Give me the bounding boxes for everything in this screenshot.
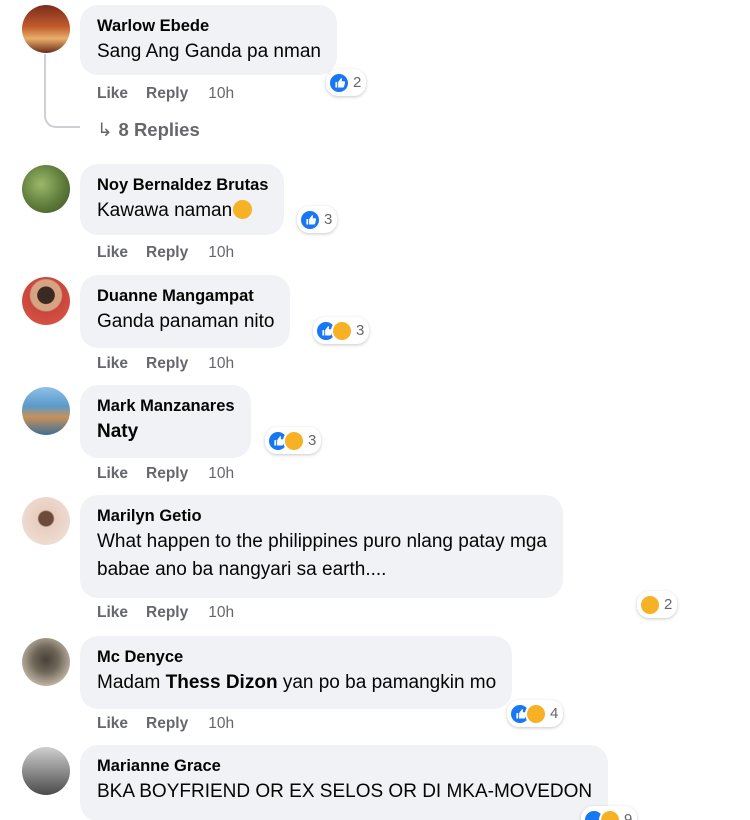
avatar[interactable] bbox=[22, 638, 70, 686]
comment-author[interactable]: Duanne Mangampat bbox=[97, 285, 274, 307]
avatar[interactable] bbox=[22, 165, 70, 213]
view-replies-label: 8 Replies bbox=[118, 119, 200, 140]
comment-text-line: What happen to the philippines puro nlan… bbox=[97, 531, 547, 552]
comment-author[interactable]: Mark Manzanares bbox=[97, 395, 235, 417]
reply-button[interactable]: Reply bbox=[146, 244, 188, 261]
reaction-count: 2 bbox=[664, 596, 673, 613]
timestamp[interactable]: 10h bbox=[208, 604, 234, 621]
comment-text: Ganda panaman nito bbox=[97, 311, 275, 332]
comment-actions: Like Reply 10h bbox=[97, 604, 252, 622]
reply-arrow-icon: ↳ bbox=[97, 119, 113, 140]
like-button[interactable]: Like bbox=[97, 244, 128, 261]
reply-button[interactable]: Reply bbox=[146, 85, 188, 102]
sad-reaction-icon bbox=[639, 593, 661, 616]
avatar[interactable] bbox=[22, 747, 70, 795]
comment-bubble: Marianne Grace BKA BOYFRIEND OR EX SELOS… bbox=[80, 745, 609, 820]
like-button[interactable]: Like bbox=[97, 465, 128, 482]
like-button[interactable]: Like bbox=[97, 715, 128, 732]
avatar[interactable] bbox=[22, 5, 70, 53]
comment-author[interactable]: Marilyn Getio bbox=[97, 505, 547, 527]
comment-text-line: babae ano ba nangyari sa earth.... bbox=[97, 559, 387, 580]
wow-reaction-icon bbox=[283, 429, 305, 452]
comment-bubble: Marilyn Getio What happen to the philipp… bbox=[80, 495, 563, 598]
comment-bubble: Warlow Ebede Sang Ang Ganda pa nman bbox=[80, 5, 337, 75]
comment-author[interactable]: Mc Denyce bbox=[97, 646, 496, 668]
view-replies-link[interactable]: ↳ 8 Replies bbox=[97, 119, 200, 141]
reply-button[interactable]: Reply bbox=[146, 465, 188, 482]
comment-text: BKA BOYFRIEND OR EX SELOS OR DI MKA-MOVE… bbox=[97, 781, 593, 802]
thread-line bbox=[44, 54, 80, 128]
comment-text-prefix: Madam bbox=[97, 672, 166, 693]
comment-text: Naty bbox=[97, 421, 139, 442]
timestamp[interactable]: 10h bbox=[208, 465, 234, 482]
mention-link[interactable]: Thess Dizon bbox=[166, 672, 278, 693]
like-button[interactable]: Like bbox=[97, 604, 128, 621]
sad-emoji-icon bbox=[233, 200, 253, 219]
comment-text: Kawawa naman bbox=[97, 196, 268, 225]
comment-bubble: Mark Manzanares Naty bbox=[80, 385, 251, 458]
like-reaction-icon bbox=[328, 71, 350, 94]
reaction-count: 3 bbox=[308, 432, 317, 449]
comment-text: Sang Ang Ganda pa nman bbox=[97, 41, 321, 62]
reaction-count: 4 bbox=[550, 705, 559, 722]
sad-reaction-icon bbox=[525, 702, 547, 725]
comment-author[interactable]: Warlow Ebede bbox=[97, 15, 321, 37]
reaction-count: 2 bbox=[353, 74, 362, 91]
comment-bubble: Noy Bernaldez Brutas Kawawa naman bbox=[80, 164, 285, 235]
haha-reaction-icon bbox=[599, 808, 621, 820]
reply-button[interactable]: Reply bbox=[146, 355, 188, 372]
comment-text: Madam Thess Dizon yan po ba pamangkin mo bbox=[97, 668, 496, 697]
comment-actions: Like Reply 10h bbox=[97, 465, 252, 483]
avatar[interactable] bbox=[22, 497, 70, 545]
comment-author[interactable]: Marianne Grace bbox=[97, 755, 592, 777]
reaction-count: 9 bbox=[624, 811, 633, 820]
comment-author[interactable]: Noy Bernaldez Brutas bbox=[97, 174, 268, 196]
comment-actions: Like Reply 10h bbox=[97, 715, 252, 733]
comment-actions: Like Reply 10h bbox=[97, 85, 252, 103]
like-button[interactable]: Like bbox=[97, 85, 128, 102]
reaction-summary[interactable]: 9 bbox=[581, 806, 638, 820]
avatar[interactable] bbox=[22, 387, 70, 435]
haha-reaction-icon bbox=[331, 319, 353, 342]
reaction-summary[interactable]: 3 bbox=[313, 317, 370, 344]
comment-bubble: Mc Denyce Madam Thess Dizon yan po ba pa… bbox=[80, 636, 513, 709]
timestamp[interactable]: 10h bbox=[208, 244, 234, 261]
reply-button[interactable]: Reply bbox=[146, 715, 188, 732]
reaction-count: 3 bbox=[356, 322, 365, 339]
reply-button[interactable]: Reply bbox=[146, 604, 188, 621]
reaction-count: 3 bbox=[324, 211, 333, 228]
like-reaction-icon bbox=[299, 208, 321, 231]
reaction-summary[interactable]: 3 bbox=[265, 427, 322, 454]
reaction-summary[interactable]: 2 bbox=[326, 69, 367, 96]
like-button[interactable]: Like bbox=[97, 355, 128, 372]
avatar[interactable] bbox=[22, 277, 70, 325]
timestamp[interactable]: 10h bbox=[208, 85, 234, 102]
timestamp[interactable]: 10h bbox=[208, 715, 234, 732]
comment-actions: Like Reply 10h bbox=[97, 355, 252, 373]
timestamp[interactable]: 10h bbox=[208, 355, 234, 372]
reaction-summary[interactable]: 3 bbox=[297, 206, 338, 233]
comment-bubble: Duanne Mangampat Ganda panaman nito bbox=[80, 275, 291, 348]
comment-text-content: Kawawa naman bbox=[97, 200, 233, 221]
comment-actions: Like Reply 10h bbox=[97, 244, 252, 262]
reaction-summary[interactable]: 2 bbox=[637, 591, 678, 618]
reaction-summary[interactable]: 4 bbox=[507, 700, 564, 727]
comment-text-suffix: yan po ba pamangkin mo bbox=[277, 672, 497, 693]
